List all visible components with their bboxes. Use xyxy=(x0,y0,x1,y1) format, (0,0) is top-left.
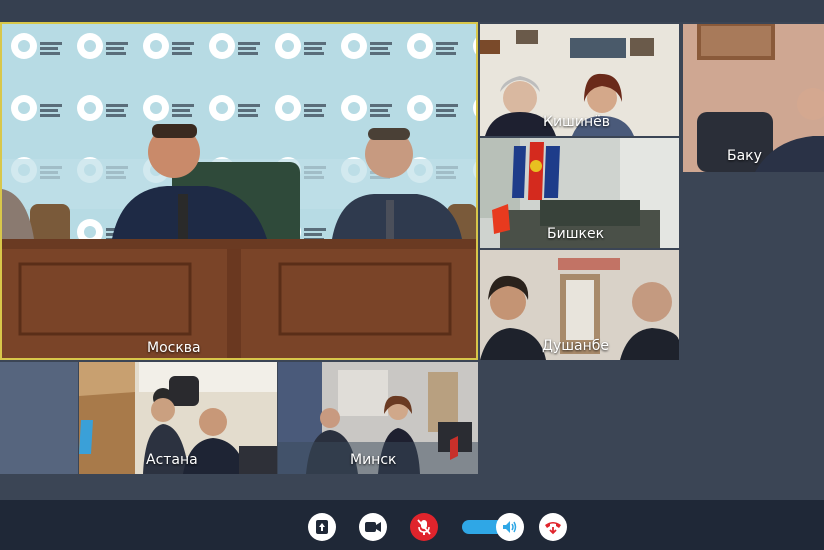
speaker-volume-button[interactable] xyxy=(496,513,524,541)
video-tile-astana[interactable]: Астана xyxy=(79,362,277,474)
moscow-video-scene xyxy=(2,24,476,358)
participant-label-astana: Астана xyxy=(146,452,198,468)
video-tile-dushanbe[interactable]: Душанбе xyxy=(480,250,679,360)
share-screen-icon xyxy=(315,519,329,535)
microphone-off-icon xyxy=(417,519,431,535)
phone-hangup-icon xyxy=(544,519,562,535)
empty-tile-placeholder xyxy=(0,362,78,474)
video-tile-chisinau[interactable]: Кишинёв xyxy=(480,24,679,136)
call-toolbar xyxy=(0,500,824,550)
participant-label-minsk: Минск xyxy=(350,452,397,468)
participant-label-bishkek: Бишкек xyxy=(547,226,605,242)
share-screen-button[interactable] xyxy=(308,513,336,541)
hang-up-button[interactable] xyxy=(539,513,567,541)
video-tile-baku[interactable]: Баку xyxy=(683,24,824,172)
speaker-icon xyxy=(502,520,518,534)
camera-button[interactable] xyxy=(359,513,387,541)
participant-label-baku: Баку xyxy=(727,148,762,164)
microphone-muted-button[interactable] xyxy=(410,513,438,541)
participant-label-dushanbe: Душанбе xyxy=(542,338,610,354)
participant-label-chisinau: Кишинёв xyxy=(543,114,610,130)
window-top-strip xyxy=(0,0,824,22)
camera-icon xyxy=(365,521,381,533)
video-tile-moscow[interactable]: Москва xyxy=(0,22,478,360)
video-tile-minsk[interactable]: Минск xyxy=(278,362,478,474)
video-tile-bishkek[interactable]: Бишкек xyxy=(480,138,679,248)
participant-label-moscow: Москва xyxy=(147,340,201,356)
